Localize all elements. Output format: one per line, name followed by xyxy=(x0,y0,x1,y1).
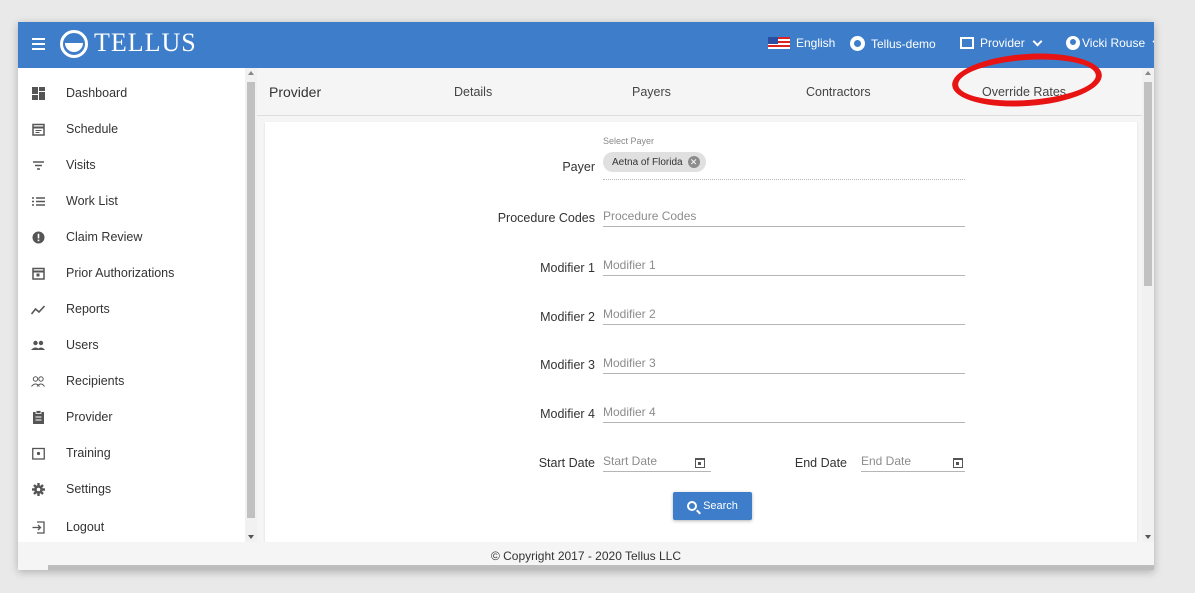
sidebar-item-work-list[interactable]: Work List xyxy=(18,183,246,219)
users-icon xyxy=(31,338,45,352)
clipboard-icon xyxy=(31,410,45,424)
language-selector[interactable]: English xyxy=(768,36,835,50)
main-scroll-thumb[interactable] xyxy=(1144,82,1152,286)
end-date-label: End Date xyxy=(794,456,847,470)
sidebar-item-label: Recipients xyxy=(66,374,125,388)
remove-chip-icon[interactable]: ✕ xyxy=(687,156,700,168)
sidebar-item-label: Logout xyxy=(66,520,105,534)
provider-icon xyxy=(960,37,974,49)
sidebar: Dashboard Schedule Visits Work List Clai… xyxy=(18,68,257,542)
sidebar-item-prior-authorizations[interactable]: Prior Authorizations xyxy=(18,255,246,291)
list-icon xyxy=(31,194,45,208)
main-scrollbar[interactable] xyxy=(1142,68,1154,542)
search-icon xyxy=(687,501,698,511)
modifier-1-label: Modifier 1 xyxy=(540,261,595,275)
role-selector[interactable]: Provider xyxy=(960,36,1043,50)
training-icon xyxy=(31,446,45,460)
tab-details[interactable]: Details xyxy=(454,85,492,99)
sidebar-item-label: Provider xyxy=(66,410,113,424)
modifier-4-input[interactable] xyxy=(603,401,965,423)
sidebar-item-label: Claim Review xyxy=(66,230,143,244)
sidebar-item-claim-review[interactable]: Claim Review xyxy=(18,219,246,255)
sidebar-scroll-thumb[interactable] xyxy=(247,82,255,518)
window-shadow xyxy=(48,565,1154,570)
user-name: Vicki Rouse xyxy=(1082,36,1146,50)
language-label: English xyxy=(796,36,836,50)
scroll-up-icon[interactable] xyxy=(248,71,254,75)
menu-icon[interactable] xyxy=(28,33,50,55)
sidebar-item-label: Users xyxy=(66,338,99,352)
us-flag-icon xyxy=(768,37,790,49)
payer-chip[interactable]: Aetna of Florida ✕ xyxy=(603,152,706,172)
sidebar-item-recipients[interactable]: Recipients xyxy=(18,363,246,399)
modifier-2-label: Modifier 2 xyxy=(540,310,595,324)
modifier-4-label: Modifier 4 xyxy=(540,407,595,421)
main-content: Select Payer Payer Aetna of Florida ✕ Pr… xyxy=(257,116,1154,542)
search-button[interactable]: Search xyxy=(673,492,752,520)
trend-icon xyxy=(31,302,45,316)
logo-text: TELLUS xyxy=(94,28,197,57)
sidebar-item-label: Reports xyxy=(66,302,110,316)
gear-icon xyxy=(31,482,45,496)
sidebar-item-dashboard[interactable]: Dashboard xyxy=(18,75,246,111)
tenant-label: Tellus-demo xyxy=(871,36,936,51)
sidebar-item-label: Training xyxy=(66,446,111,460)
sidebar-item-schedule[interactable]: Schedule xyxy=(18,111,246,147)
tenant-icon xyxy=(850,36,865,51)
sidebar-item-logout[interactable]: Logout xyxy=(18,509,246,542)
logo-icon xyxy=(60,30,88,58)
sidebar-item-provider[interactable]: Provider xyxy=(18,399,246,435)
sidebar-item-reports[interactable]: Reports xyxy=(18,291,246,327)
search-button-label: Search xyxy=(703,500,738,512)
user-menu[interactable]: Vicki Rouse xyxy=(1066,36,1154,50)
modifier-2-input[interactable] xyxy=(603,303,965,325)
end-date-input[interactable] xyxy=(861,450,965,472)
sidebar-item-label: Dashboard xyxy=(66,86,128,100)
app-window: TELLUS English Tellus-demo Provider Vick… xyxy=(18,22,1154,570)
sidebar-scrollbar[interactable] xyxy=(245,68,257,542)
calendar-icon[interactable] xyxy=(953,458,963,468)
section-title: Provider xyxy=(269,84,322,100)
copyright-text: © Copyright 2017 - 2020 Tellus LLC xyxy=(490,549,682,563)
scroll-up-icon[interactable] xyxy=(1145,71,1151,75)
scroll-down-icon[interactable] xyxy=(1145,535,1151,539)
sidebar-item-settings[interactable]: Settings xyxy=(18,471,246,507)
payer-label: Payer xyxy=(562,160,595,174)
payer-chip-label: Aetna of Florida xyxy=(612,156,683,168)
sidebar-item-label: Visits xyxy=(66,158,96,172)
calendar-icon xyxy=(31,266,45,280)
modifier-3-label: Modifier 3 xyxy=(540,358,595,372)
logout-icon xyxy=(31,520,45,534)
chevron-down-icon xyxy=(1152,36,1154,46)
procedure-codes-label: Procedure Codes xyxy=(497,211,595,225)
role-label: Provider xyxy=(980,36,1025,50)
sidebar-item-visits[interactable]: Visits xyxy=(18,147,246,183)
payer-hint: Select Payer xyxy=(603,136,655,146)
sidebar-item-label: Schedule xyxy=(66,122,119,136)
modifier-3-input[interactable] xyxy=(603,352,965,374)
payer-underline xyxy=(603,179,965,180)
override-rates-form: Select Payer Payer Aetna of Florida ✕ Pr… xyxy=(265,122,1137,542)
sidebar-item-label: Settings xyxy=(66,482,112,496)
schedule-icon xyxy=(31,122,45,136)
procedure-codes-input[interactable] xyxy=(603,205,965,227)
tab-payers[interactable]: Payers xyxy=(632,85,671,99)
people-outline-icon xyxy=(31,374,45,388)
calendar-icon[interactable] xyxy=(695,458,705,468)
filter-icon xyxy=(31,158,45,172)
sidebar-item-label: Prior Authorizations xyxy=(66,266,175,280)
start-date-label: Start Date xyxy=(538,456,595,470)
tenant-selector[interactable]: Tellus-demo xyxy=(850,36,936,51)
sidebar-item-label: Work List xyxy=(66,194,118,208)
dashboard-icon xyxy=(31,86,45,100)
sidebar-item-training[interactable]: Training xyxy=(18,435,246,471)
sidebar-item-users[interactable]: Users xyxy=(18,327,246,363)
user-icon xyxy=(1066,36,1080,50)
alert-icon xyxy=(31,230,45,244)
modifier-1-input[interactable] xyxy=(603,254,965,276)
scroll-down-icon[interactable] xyxy=(248,535,254,539)
tab-contractors[interactable]: Contractors xyxy=(806,85,871,99)
chevron-down-icon xyxy=(1032,36,1043,46)
